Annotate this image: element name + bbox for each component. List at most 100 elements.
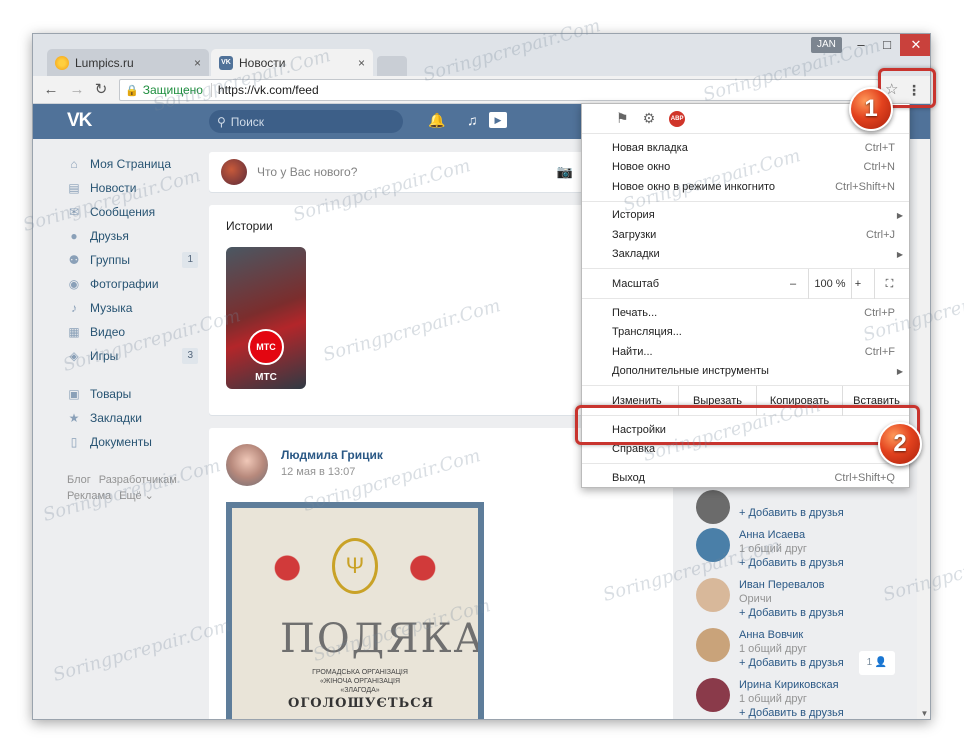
- story-thumbnail[interactable]: МТС МТС: [226, 247, 306, 389]
- add-friend-link[interactable]: + Добавить в друзья: [739, 507, 844, 519]
- tab-close-icon[interactable]: ×: [194, 56, 201, 70]
- sidebar-item[interactable]: ◉ Фотографии: [67, 272, 202, 296]
- address-bar[interactable]: 🔒 Защищено https://vk.com/feed: [119, 79, 879, 101]
- submenu-arrow-icon: ▶: [896, 210, 903, 220]
- vk-sidebar: ⌂ Моя Страница ▤ Новости ✉ Сообщения ● Друзья ⚉ Г…: [67, 152, 202, 504]
- sidebar-item[interactable]: ◈ Игры 3: [67, 344, 202, 368]
- menu-item[interactable]: История ▶: [582, 206, 909, 226]
- friend-name[interactable]: Иван Перевалов: [739, 579, 824, 591]
- close-window-button[interactable]: ✕: [900, 34, 930, 56]
- menu-item[interactable]: Трансляция...: [582, 323, 909, 343]
- menu-item[interactable]: Новая вкладка Ctrl+T: [582, 138, 909, 158]
- friend-avatar[interactable]: [696, 628, 730, 662]
- menu-item-label: Справка: [612, 443, 656, 456]
- menu-item[interactable]: Новое окно в режиме инкогнито Ctrl+Shift+…: [582, 177, 909, 197]
- submenu-arrow-icon: ▶: [896, 249, 903, 259]
- add-friend-link[interactable]: + Добавить в друзья: [739, 657, 844, 669]
- sidebar-item[interactable]: ★ Закладки: [67, 406, 202, 430]
- menu-item-label: Закладки: [612, 248, 660, 261]
- friend-avatar[interactable]: [696, 528, 730, 562]
- menu-item-label: Новое окно: [612, 161, 671, 174]
- menu-group-windows: Новая вкладка Ctrl+T Новое окно Ctrl+N Новое…: [582, 134, 909, 202]
- menu-item-shortcut: Ctrl+J: [865, 228, 895, 241]
- sidebar-item[interactable]: ● Друзья: [67, 224, 202, 248]
- menu-item[interactable]: Закладки ▶: [582, 245, 909, 265]
- tab-close-icon[interactable]: ×: [358, 56, 365, 70]
- friend-suggestion: Анна Исаева 1 общий друг + Добавить в друз…: [686, 526, 881, 576]
- menu-item[interactable]: Загрузки Ctrl+J: [582, 225, 909, 245]
- friend-avatar[interactable]: [696, 490, 730, 524]
- zoom-in-button[interactable]: +: [852, 269, 864, 299]
- minimize-button[interactable]: –: [848, 34, 874, 56]
- add-friend-link[interactable]: + Добавить в друзья: [739, 557, 844, 569]
- zoom-out-button[interactable]: –: [778, 269, 808, 299]
- forward-button[interactable]: →: [67, 80, 87, 100]
- post-image[interactable]: Ψ ПОДЯКА ГРОМАДСЬКА ОРГАНІЗАЦІЯ «ЖІНОЧА …: [226, 502, 484, 719]
- sidebar-item-label: Группы: [90, 253, 130, 267]
- menu-item-exit[interactable]: Выход Ctrl+Shift+Q: [582, 468, 909, 488]
- tab-news[interactable]: VK Новости ×: [211, 49, 373, 76]
- documents-icon: ▯: [70, 435, 78, 449]
- scroll-down-icon[interactable]: ▼: [917, 706, 930, 719]
- post-composer[interactable]: Что у Вас нового? 📷: [209, 152, 585, 192]
- menu-item-shortcut: Ctrl+N: [863, 161, 895, 174]
- sidebar-item[interactable]: ▦ Видео: [67, 320, 202, 344]
- friend-avatar[interactable]: [696, 678, 730, 712]
- friend-name[interactable]: Ирина Кириковская: [739, 679, 839, 691]
- menu-item[interactable]: Новое окно Ctrl+N: [582, 158, 909, 178]
- extension-gear-icon[interactable]: ⚙: [643, 110, 656, 127]
- fullscreen-icon[interactable]: ⛶: [874, 269, 904, 299]
- friend-name[interactable]: Анна Исаева: [739, 529, 805, 541]
- chat-button[interactable]: 1 👤: [859, 651, 895, 675]
- url-text[interactable]: https://vk.com/feed: [218, 83, 319, 97]
- sidebar-item[interactable]: ▤ Новости: [67, 176, 202, 200]
- post-author-name[interactable]: Людмила Грицик: [281, 448, 383, 462]
- add-friend-link[interactable]: + Добавить в друзья: [739, 707, 844, 719]
- notifications-bell-icon[interactable]: 🔔: [428, 112, 445, 129]
- menu-item-label: Новое окно в режиме инкогнито: [612, 180, 776, 193]
- menu-item-shortcut: Ctrl+Shift+Q: [834, 471, 895, 484]
- sidebar-item[interactable]: ⚉ Группы 1: [67, 248, 202, 272]
- friend-name[interactable]: Анна Вовчик: [739, 629, 803, 641]
- vk-search-input[interactable]: ⚲ Поиск: [209, 110, 403, 133]
- tab-title: Lumpics.ru: [75, 55, 134, 70]
- photos-icon: ◉: [68, 277, 80, 291]
- sidebar-item-label: Товары: [90, 387, 132, 401]
- menu-group-exit: Выход Ctrl+Shift+Q: [582, 464, 909, 492]
- post-author-avatar[interactable]: [226, 444, 268, 486]
- profile-badge[interactable]: JAN: [811, 37, 842, 53]
- menu-item[interactable]: Найти... Ctrl+F: [582, 342, 909, 362]
- add-friend-link[interactable]: + Добавить в друзья: [739, 607, 844, 619]
- image-announce-text: ОГОЛОШУЄТЬСЯ: [288, 696, 435, 711]
- play-icon[interactable]: ▶: [489, 112, 507, 128]
- menu-item-label: История: [612, 209, 655, 222]
- sidebar-item-label: Документы: [90, 435, 152, 449]
- sidebar-item[interactable]: ▣ Товары: [67, 382, 202, 406]
- footer-blog-link[interactable]: Блог: [67, 474, 91, 486]
- sidebar-item[interactable]: ▯ Документы: [67, 430, 202, 454]
- sidebar-item[interactable]: ⌂ Моя Страница: [67, 152, 202, 176]
- post-date[interactable]: 12 мая в 13:07: [281, 466, 355, 478]
- new-tab-button[interactable]: [377, 56, 407, 76]
- reload-button[interactable]: ↻: [91, 80, 111, 100]
- bookmark-flag-icon[interactable]: ⚑: [616, 110, 629, 127]
- vk-logo[interactable]: VK: [67, 110, 92, 132]
- adblock-icon[interactable]: ABP: [669, 110, 686, 127]
- search-placeholder: Поиск: [230, 114, 265, 129]
- footer-dev-link[interactable]: Разработчикам: [99, 474, 177, 486]
- camera-icon[interactable]: 📷: [557, 164, 573, 180]
- footer-ads-link[interactable]: Реклама: [67, 490, 111, 502]
- sidebar-item[interactable]: ✉ Сообщения: [67, 200, 202, 224]
- menu-item[interactable]: Печать... Ctrl+P: [582, 303, 909, 323]
- sidebar-item-label: Игры: [90, 349, 119, 363]
- menu-item-label: Печать...: [612, 306, 658, 319]
- sidebar-item[interactable]: ♪ Музыка: [67, 296, 202, 320]
- friend-avatar[interactable]: [696, 578, 730, 612]
- back-button[interactable]: ←: [41, 80, 61, 100]
- tab-lumpics[interactable]: Lumpics.ru ×: [47, 49, 209, 76]
- news-icon: ▤: [68, 181, 80, 195]
- footer-more-link[interactable]: Ещё ⌄: [119, 490, 154, 502]
- maximize-button[interactable]: □: [874, 34, 900, 56]
- music-note-icon[interactable]: ♫: [467, 112, 478, 128]
- menu-item[interactable]: Дополнительные инструменты ▶: [582, 362, 909, 382]
